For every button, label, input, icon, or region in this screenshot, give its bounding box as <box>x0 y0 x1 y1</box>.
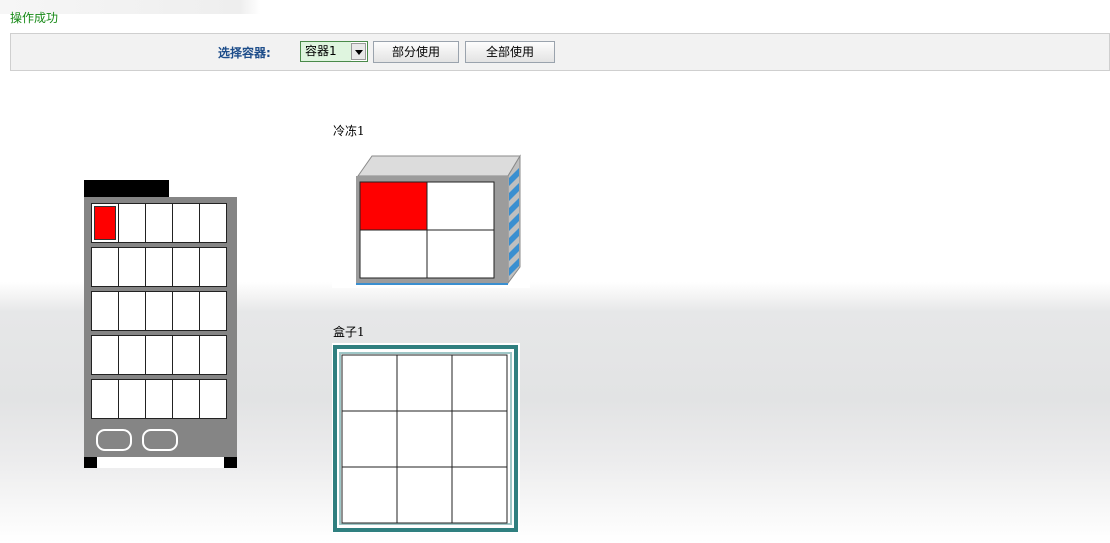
cabinet-slot[interactable] <box>118 379 146 419</box>
cabinet-slot[interactable] <box>145 247 173 287</box>
freezer-slot[interactable] <box>359 229 428 279</box>
box-slot[interactable] <box>396 354 453 412</box>
freezer-slot[interactable] <box>426 229 495 279</box>
cabinet-slot[interactable] <box>199 335 227 375</box>
cabinet-slot[interactable] <box>118 335 146 375</box>
cabinet-foot-right <box>224 457 237 468</box>
box-slot[interactable] <box>451 354 508 412</box>
box-drawing <box>333 345 518 532</box>
box-slot[interactable] <box>396 410 453 468</box>
storage-cabinet <box>84 180 237 468</box>
status-message: 操作成功 <box>10 11 59 25</box>
box-slot[interactable] <box>341 354 398 412</box>
cabinet-slot[interactable] <box>172 247 200 287</box>
cabinet-slot[interactable] <box>91 203 119 243</box>
cabinet-slot[interactable] <box>145 203 173 243</box>
cabinet-slot[interactable] <box>145 291 173 331</box>
partial-use-button[interactable]: 部分使用 <box>373 41 459 63</box>
freezer-slot-used[interactable] <box>359 181 428 231</box>
toolbar: 选择容器: 容器1 部分使用 全部使用 <box>10 33 1110 71</box>
box-slot[interactable] <box>451 466 508 524</box>
cabinet-body <box>84 197 237 457</box>
cabinet-slot[interactable] <box>145 335 173 375</box>
cabinet-slot[interactable] <box>118 203 146 243</box>
box-cells <box>341 354 508 524</box>
cabinet-top-bar <box>84 180 169 197</box>
cabinet-slot[interactable] <box>172 379 200 419</box>
cabinet-slot[interactable] <box>199 291 227 331</box>
box-slot[interactable] <box>341 466 398 524</box>
freezer-cells <box>359 181 495 279</box>
cabinet-slot[interactable] <box>91 335 119 375</box>
box-unit <box>332 343 520 533</box>
chevron-down-icon[interactable] <box>351 43 366 60</box>
cabinet-foot-left <box>84 457 97 468</box>
cabinet-slot[interactable] <box>145 379 173 419</box>
cabinet-slot[interactable] <box>91 379 119 419</box>
cabinet-handle-right <box>142 429 178 451</box>
cabinet-slot-used-marker <box>94 206 116 240</box>
box-slot[interactable] <box>341 410 398 468</box>
freezer-slot[interactable] <box>426 181 495 231</box>
cabinet-slot[interactable] <box>172 335 200 375</box>
freezer-top-face <box>357 155 521 177</box>
select-container-label: 选择容器: <box>218 46 271 60</box>
cabinet-slot[interactable] <box>199 379 227 419</box>
top-sheen <box>0 0 1110 14</box>
container-select-value: 容器1 <box>301 42 351 61</box>
cabinet-slot[interactable] <box>199 247 227 287</box>
cabinet-slot[interactable] <box>118 291 146 331</box>
cabinet-slot[interactable] <box>199 203 227 243</box>
box-title: 盒子1 <box>333 325 365 339</box>
box-slot[interactable] <box>451 410 508 468</box>
cabinet-slot[interactable] <box>172 291 200 331</box>
freezer-title: 冷冻1 <box>333 124 365 138</box>
cabinet-handle-left <box>96 429 132 451</box>
cabinet-slot[interactable] <box>172 203 200 243</box>
cabinet-slot[interactable] <box>118 247 146 287</box>
full-use-button[interactable]: 全部使用 <box>465 41 555 63</box>
box-slot[interactable] <box>396 466 453 524</box>
cabinet-slot[interactable] <box>91 247 119 287</box>
container-select[interactable]: 容器1 <box>300 41 368 62</box>
cabinet-slot[interactable] <box>91 291 119 331</box>
freezer-drawing <box>356 154 521 285</box>
freezer-unit <box>332 142 530 288</box>
